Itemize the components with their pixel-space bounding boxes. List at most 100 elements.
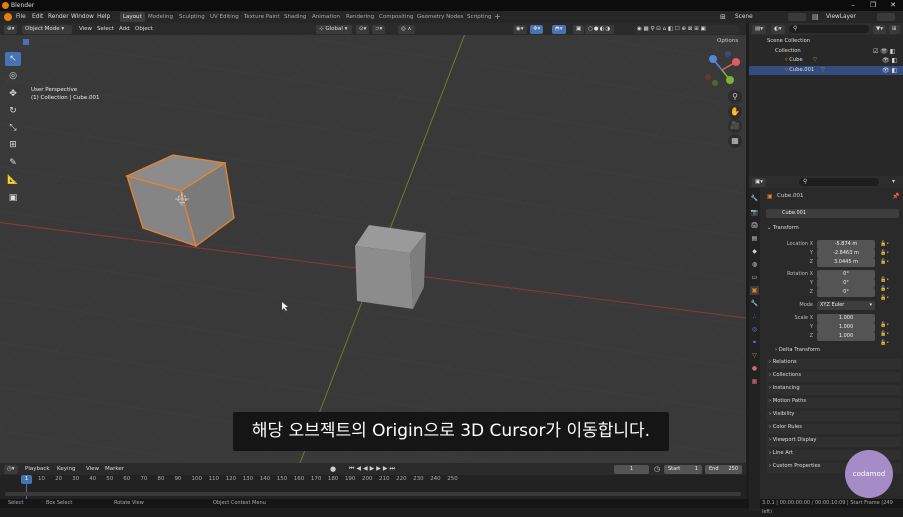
move-tool-icon[interactable]: ✥ [5, 87, 21, 101]
delta-transform-section[interactable]: › Delta Transform [775, 347, 820, 353]
section-motion-paths[interactable]: › Motion Paths [767, 398, 901, 408]
view-layer-tab-icon[interactable]: ▤ [750, 234, 759, 243]
mode-select[interactable]: Object Mode ▾ [22, 24, 72, 34]
properties-search-input[interactable] [799, 178, 879, 186]
viewport-extra-icons[interactable]: ◉ ▦ ⚲ ⊡ ⌂ ◧ ☐ ⊕ ⊠ ⊞ ▣ [634, 24, 739, 34]
scene-browse-button[interactable] [788, 13, 806, 21]
scale-tool-icon[interactable]: ⤡ [5, 121, 21, 135]
object-name-field[interactable]: Cube.001 [766, 209, 899, 218]
world-tab-icon[interactable]: ◍ [750, 260, 759, 269]
zoom-icon[interactable]: ⚲ [728, 90, 742, 104]
tab-rendering[interactable]: Rendering [343, 12, 377, 22]
preview-range-icon[interactable]: ◷ [654, 463, 660, 475]
transform-orientation-select[interactable]: ⊹ Global ▾ [316, 24, 352, 34]
timeline-menu-playback[interactable]: Playback [25, 463, 50, 475]
cursor-tool-icon[interactable]: ◎ [5, 69, 21, 83]
xray-toggle-icon[interactable]: ▣ [573, 24, 585, 34]
maximize-icon[interactable]: ❐ [863, 0, 883, 11]
properties-editor-icon[interactable]: ▣▾ [752, 177, 766, 187]
tab-sculpting[interactable]: Sculpting [176, 12, 208, 22]
section-relations[interactable]: › Relations [767, 359, 901, 369]
modifier-tab-icon[interactable]: 🔧 [750, 299, 759, 308]
transform-lock-icons[interactable]: 🔓• 🔓• 🔓• 🔓• 🔓• 🔓• 🔓• 🔓• 🔓• [880, 240, 894, 346]
timeline-scrollbar[interactable] [5, 492, 741, 496]
annotate-tool-icon[interactable]: ✎ [5, 156, 21, 170]
shading-mode-icons[interactable]: ○●◐◑ [585, 24, 615, 34]
minimize-icon[interactable]: – [843, 0, 863, 11]
proportional-edit-icon[interactable]: ◎ ∧ [398, 24, 415, 34]
timeline-menu-marker[interactable]: Marker [105, 463, 124, 475]
scale-z-field[interactable]: 1.000 [817, 332, 875, 341]
timeline-menu-keying[interactable]: Keying [57, 463, 75, 475]
rotation-z-field[interactable]: 0° [817, 288, 875, 297]
tab-modeling[interactable]: Modeling [145, 12, 176, 22]
scale-x-field[interactable]: 1.000 [817, 314, 875, 323]
pin-icon[interactable]: 📌 [892, 193, 899, 200]
camera-view-icon[interactable]: 🎥 [728, 119, 742, 133]
material-tab-icon[interactable]: ● [750, 364, 759, 373]
menu-select[interactable]: Select [97, 23, 114, 35]
timeline-editor-icon[interactable]: ◷▾ [4, 464, 18, 474]
constraints-tab-icon[interactable]: ⚭ [750, 338, 759, 347]
timeline-menu-view[interactable]: View [86, 463, 99, 475]
outliner-row-cube[interactable]: ▿ Cube ▽ 👁 ◧ [749, 56, 903, 66]
overlays-toggle-icon[interactable]: ◓▾ [552, 24, 566, 34]
scene-name[interactable]: Scene [735, 11, 753, 23]
pivot-point-icon[interactable]: ⊙▾ [356, 24, 370, 34]
navigation-gizmo[interactable] [700, 50, 746, 94]
blender-menu-icon[interactable] [4, 13, 12, 21]
snap-icon[interactable]: ⊃▾ [372, 24, 386, 34]
tool-tab-icon[interactable]: 🔧 [750, 194, 759, 203]
outliner-row-cube-001[interactable]: ▿ Cube.001 ▽ 👁 ◧ [749, 65, 903, 76]
location-z-field[interactable]: 3.0445 m [817, 258, 875, 267]
visibility-icon[interactable]: ◉▾ [513, 24, 527, 34]
end-frame-field[interactable]: End 250 [705, 465, 742, 474]
collection-visibility-icons[interactable]: ☑ 👁 ◧ [873, 47, 895, 57]
tab-animation[interactable]: Animation [309, 12, 343, 22]
properties-options-icon[interactable]: ▾ [892, 176, 895, 188]
editor-type-icon[interactable]: ⊕▾ [4, 24, 18, 34]
particles-tab-icon[interactable]: ∴ [750, 312, 759, 321]
current-frame-field[interactable]: 1 [614, 465, 649, 474]
scene-tab-icon[interactable]: ◆ [750, 247, 759, 256]
add-workspace-icon[interactable]: + [494, 11, 501, 23]
tab-compositing[interactable]: Compositing [376, 12, 416, 22]
section-color-rules[interactable]: › Color Rules [767, 424, 901, 434]
select-mode-buttons[interactable] [22, 38, 66, 46]
rotate-tool-icon[interactable]: ↻ [5, 104, 21, 118]
outliner-search-input[interactable] [789, 25, 869, 33]
tab-geometry-nodes[interactable]: Geometry Nodes [414, 12, 466, 22]
timeline-area[interactable]: 10 20 30 40 50 60 70 80 90 100 110 120 130 140 150 160 1… [0, 475, 746, 499]
render-tab-icon[interactable]: 📷 [750, 208, 759, 217]
playback-controls-icons[interactable]: ⏮◀◀▶▶▶⏭ [349, 463, 397, 475]
menu-help[interactable]: Help [97, 11, 110, 23]
playhead-frame[interactable]: 1 [21, 475, 32, 484]
menu-add[interactable]: Add [119, 23, 130, 35]
timeline-ruler[interactable]: 10 20 30 40 50 60 70 80 90 100 110 120 130 140 150 160 1… [0, 475, 746, 484]
gizmo-toggle-icon[interactable]: ✥▾ [530, 24, 544, 34]
tab-shading[interactable]: Shading [281, 12, 309, 22]
physics-tab-icon[interactable]: ◎ [750, 325, 759, 334]
menu-file[interactable]: File [16, 11, 26, 23]
transform-tool-icon[interactable]: ⊞ [5, 138, 21, 152]
view-layer-name[interactable]: ViewLayer [826, 11, 856, 23]
tab-scripting[interactable]: Scripting [464, 12, 494, 22]
filter-icon[interactable]: ▼▾ [873, 24, 886, 34]
section-instancing[interactable]: › Instancing [767, 385, 901, 395]
close-icon[interactable]: ✕ [883, 0, 903, 11]
data-tab-icon[interactable]: ▽ [750, 351, 759, 360]
location-x-field[interactable]: -5.874 m [817, 240, 875, 249]
pan-hand-icon[interactable]: ✋ [728, 105, 742, 119]
new-collection-icon[interactable]: ⊞ [889, 24, 900, 34]
menu-render[interactable]: Render [48, 11, 69, 23]
view-layer-browse-button[interactable] [877, 13, 895, 21]
object-tab-icon[interactable]: ▣ [750, 286, 759, 295]
display-mode-icon[interactable]: ◐▾ [771, 24, 785, 34]
rotation-mode-select[interactable]: XYZ Euler ▾ [817, 301, 875, 310]
tab-uv-editing[interactable]: UV Editing [207, 12, 242, 22]
options-button[interactable]: Options [717, 38, 738, 44]
cube001-visibility-icons[interactable]: 👁 ◧ [882, 66, 897, 76]
select-new-icon[interactable] [23, 39, 29, 45]
outliner-editor-icon[interactable]: ▤▾ [752, 24, 766, 34]
rotation-x-field[interactable]: 0° [817, 270, 875, 279]
